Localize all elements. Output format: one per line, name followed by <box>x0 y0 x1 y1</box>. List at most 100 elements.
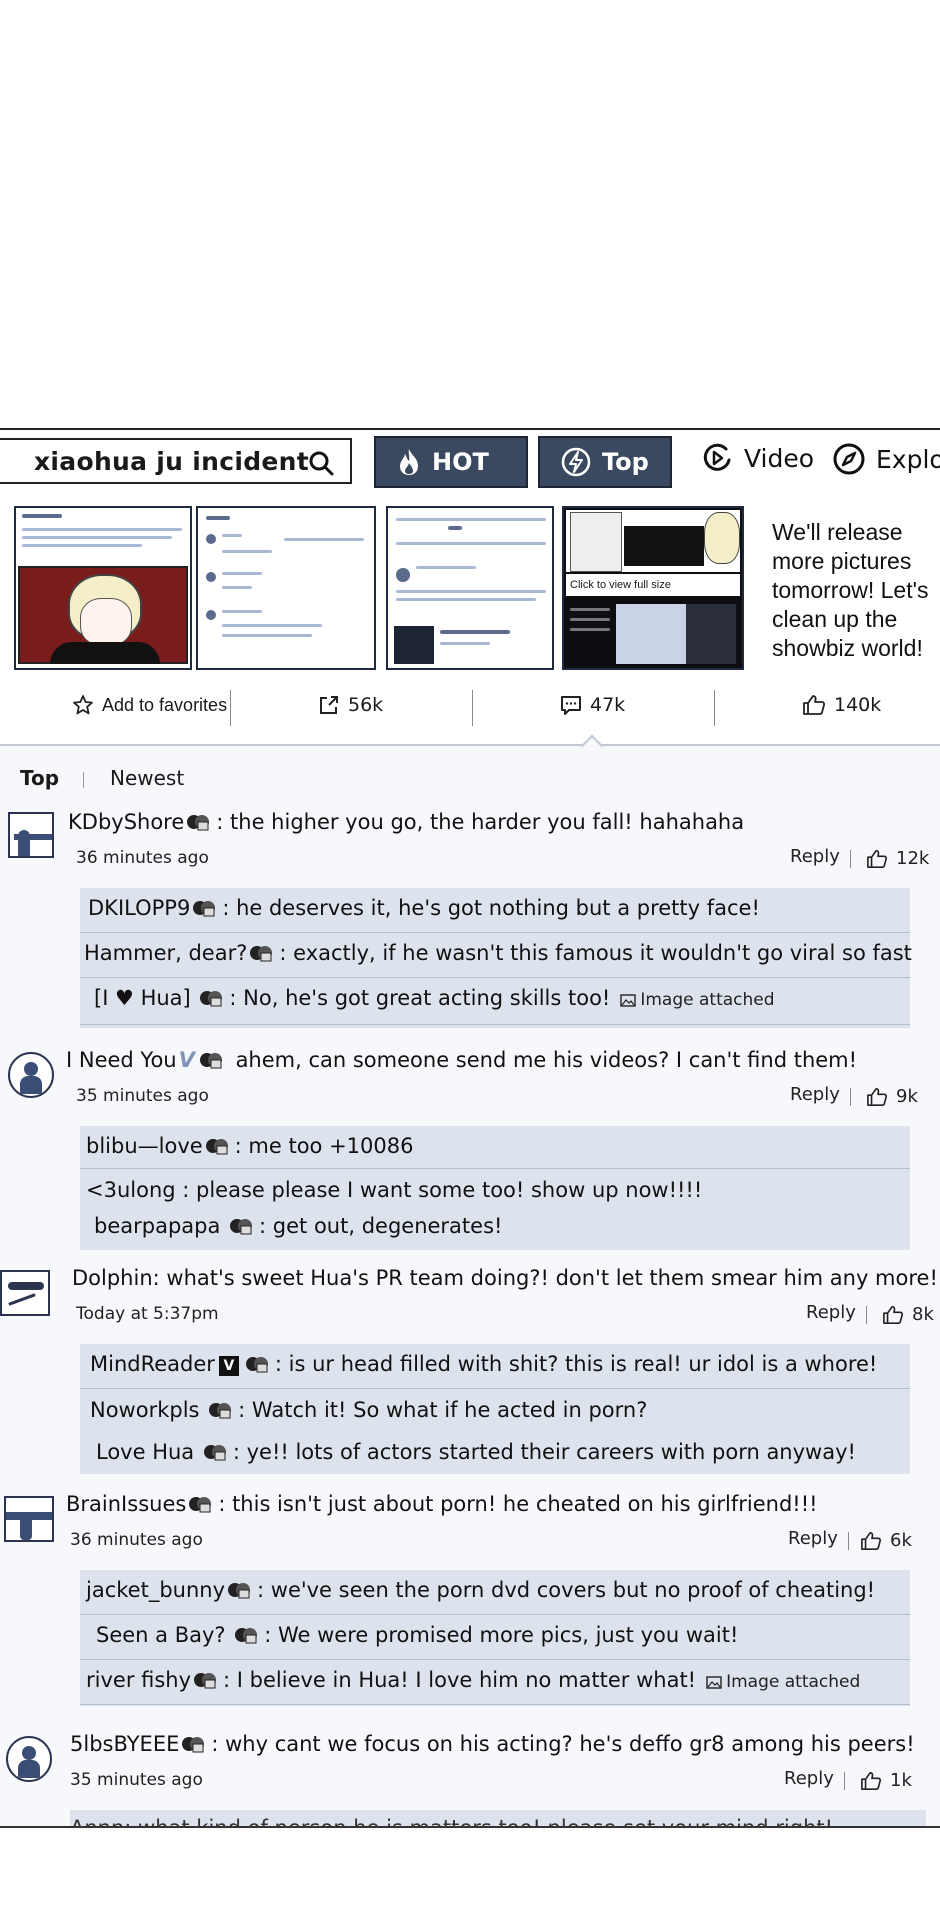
post-images-row: Click to view full size We'll release mo… <box>0 498 940 678</box>
comment-text: KDbyShore: the higher you go, the harder… <box>68 810 745 834</box>
reply-item: MindReader V: is ur head filled with shit… <box>80 1344 910 1389</box>
fan-badge-icon <box>194 1673 217 1689</box>
avatar[interactable] <box>4 1496 54 1542</box>
comment-username[interactable]: Dolphin <box>72 1266 153 1290</box>
reply-username[interactable]: bearpapapa <box>94 1214 220 1238</box>
reply-thread: DKILOPP9: he deserves it, he's got nothi… <box>80 888 912 1028</box>
post-image-3[interactable] <box>386 506 554 670</box>
manga-portrait-image <box>18 566 188 664</box>
compass-icon <box>833 443 865 475</box>
comment-like-button[interactable]: 1k <box>860 1770 912 1791</box>
tab-hot[interactable]: HOT <box>374 436 528 488</box>
reply-thread: blibu—love: me too +10086 <3ulong : plea… <box>80 1126 910 1250</box>
share-count: 56k <box>348 694 384 716</box>
comment-time: 35 minutes ago <box>76 1086 209 1106</box>
comment-username[interactable]: BrainIssues <box>66 1492 186 1516</box>
search-box[interactable]: xiaohua ju incident <box>0 438 352 484</box>
comment-text: 5lbsBYEEE: why cant we focus on his acti… <box>70 1732 915 1756</box>
nav-explore-label: Explo <box>876 444 940 474</box>
comment-like-button[interactable]: 8k <box>882 1304 934 1325</box>
image-icon <box>620 994 637 1007</box>
add-to-favorites-button[interactable]: Add to favorites <box>72 694 227 716</box>
nav-explore[interactable]: Explo <box>832 442 940 476</box>
comment-like-button[interactable]: 12k <box>866 848 929 869</box>
fan-badge-icon <box>193 901 216 917</box>
fan-badge-icon <box>230 1219 253 1235</box>
lightning-circle-icon <box>561 447 591 477</box>
comment-time: 36 minutes ago <box>70 1530 203 1550</box>
sort-newest[interactable]: Newest <box>110 766 184 790</box>
thumbs-up-icon <box>883 1305 904 1324</box>
reply-item: [I ♥ Hua] : No, he's got great acting sk… <box>80 978 910 1025</box>
reply-button[interactable]: Reply <box>790 846 840 867</box>
comment-username[interactable]: 5lbsBYEEE <box>70 1732 179 1756</box>
like-post-button[interactable]: 140k <box>802 694 881 716</box>
reply-username[interactable]: Love Hua <box>96 1440 194 1464</box>
fan-badge-icon <box>189 1497 212 1513</box>
thumbs-up-icon <box>861 1771 882 1790</box>
comment-username[interactable]: I Need You <box>66 1048 177 1072</box>
tab-hot-label: HOT <box>432 448 489 476</box>
thumbs-up-icon <box>803 695 826 715</box>
comment-text: BrainIssues: this isn't just about porn!… <box>66 1492 818 1516</box>
fan-badge-icon <box>235 1628 258 1644</box>
avatar[interactable] <box>8 812 54 858</box>
reply-username[interactable]: Hammer, dear? <box>84 941 247 965</box>
sort-top[interactable]: Top <box>20 766 59 790</box>
reply-button[interactable]: Reply <box>790 1084 840 1105</box>
reply-item: DKILOPP9: he deserves it, he's got nothi… <box>80 888 910 933</box>
sort-divider <box>83 772 84 788</box>
search-icon[interactable] <box>308 450 334 476</box>
comment-icon <box>561 696 581 715</box>
reply-username[interactable]: [I ♥ Hua] <box>94 986 191 1010</box>
fan-badge-icon <box>228 1583 251 1599</box>
reply-username[interactable]: Seen a Bay? <box>96 1623 226 1647</box>
comment-like-button[interactable]: 6k <box>860 1530 912 1551</box>
reply-item: bearpapapa : get out, degenerates! <box>94 1214 503 1238</box>
reply-username[interactable]: blibu—love <box>86 1134 203 1158</box>
reply-username[interactable]: <3ulong <box>86 1178 176 1202</box>
post-image-1[interactable] <box>14 506 192 670</box>
reply-button[interactable]: Reply <box>784 1768 834 1789</box>
reply-button[interactable]: Reply <box>788 1528 838 1549</box>
reply-username[interactable]: river fishy <box>86 1668 191 1692</box>
avatar[interactable] <box>6 1736 52 1782</box>
post-image-2[interactable] <box>196 506 376 670</box>
avatar[interactable] <box>8 1052 54 1098</box>
reply-item: Hammer, dear?: exactly, if he wasn't thi… <box>80 933 912 978</box>
comment-username[interactable]: KDbyShore <box>68 810 184 834</box>
like-count: 140k <box>834 694 882 716</box>
avatar[interactable] <box>0 1270 50 1316</box>
reply-item: <3ulong : please please I want some too!… <box>86 1178 703 1202</box>
nav-video[interactable]: Video <box>700 442 814 474</box>
star-icon <box>73 695 93 715</box>
fan-badge-icon <box>199 1053 222 1069</box>
post-image-4[interactable]: Click to view full size <box>562 506 744 670</box>
tab-top-label: Top <box>602 448 649 476</box>
reply-item: Noworkpls : Watch it! So what if he acte… <box>90 1398 648 1422</box>
share-icon <box>320 696 338 714</box>
fan-badge-icon <box>250 946 273 962</box>
reply-username[interactable]: Noworkpls <box>90 1398 199 1422</box>
reply-username[interactable]: jacket_bunny <box>86 1578 225 1602</box>
video-play-icon <box>703 443 731 471</box>
reply-thread: MindReader V: is ur head filled with shit… <box>80 1344 910 1474</box>
reply-username[interactable]: MindReader <box>90 1352 215 1376</box>
image-icon <box>706 1676 722 1689</box>
thumbs-up-icon <box>861 1531 882 1550</box>
search-input[interactable]: xiaohua ju incident <box>34 447 309 476</box>
reply-button[interactable]: Reply <box>806 1302 856 1323</box>
comment-like-button[interactable]: 9k <box>866 1086 918 1107</box>
comments-button[interactable]: 47k <box>560 694 625 716</box>
promo-text: We'll release more pictures tomorrow! Le… <box>772 519 929 661</box>
share-button[interactable]: 56k <box>318 694 383 716</box>
reply-thread: jacket_bunny: we've seen the porn dvd co… <box>80 1570 910 1706</box>
reply-username[interactable]: DKILOPP9 <box>88 896 190 920</box>
image-attached-link[interactable]: Image attached <box>620 990 775 1010</box>
comment-time: Today at 5:37pm <box>76 1304 219 1324</box>
reply-item: Love Hua : ye!! lots of actors started t… <box>96 1440 856 1464</box>
tab-top[interactable]: Top <box>538 436 672 488</box>
image-attached-link[interactable]: Image attached <box>706 1672 860 1692</box>
full-size-label[interactable]: Click to view full size <box>566 574 740 596</box>
comment-count: 47k <box>590 694 626 716</box>
